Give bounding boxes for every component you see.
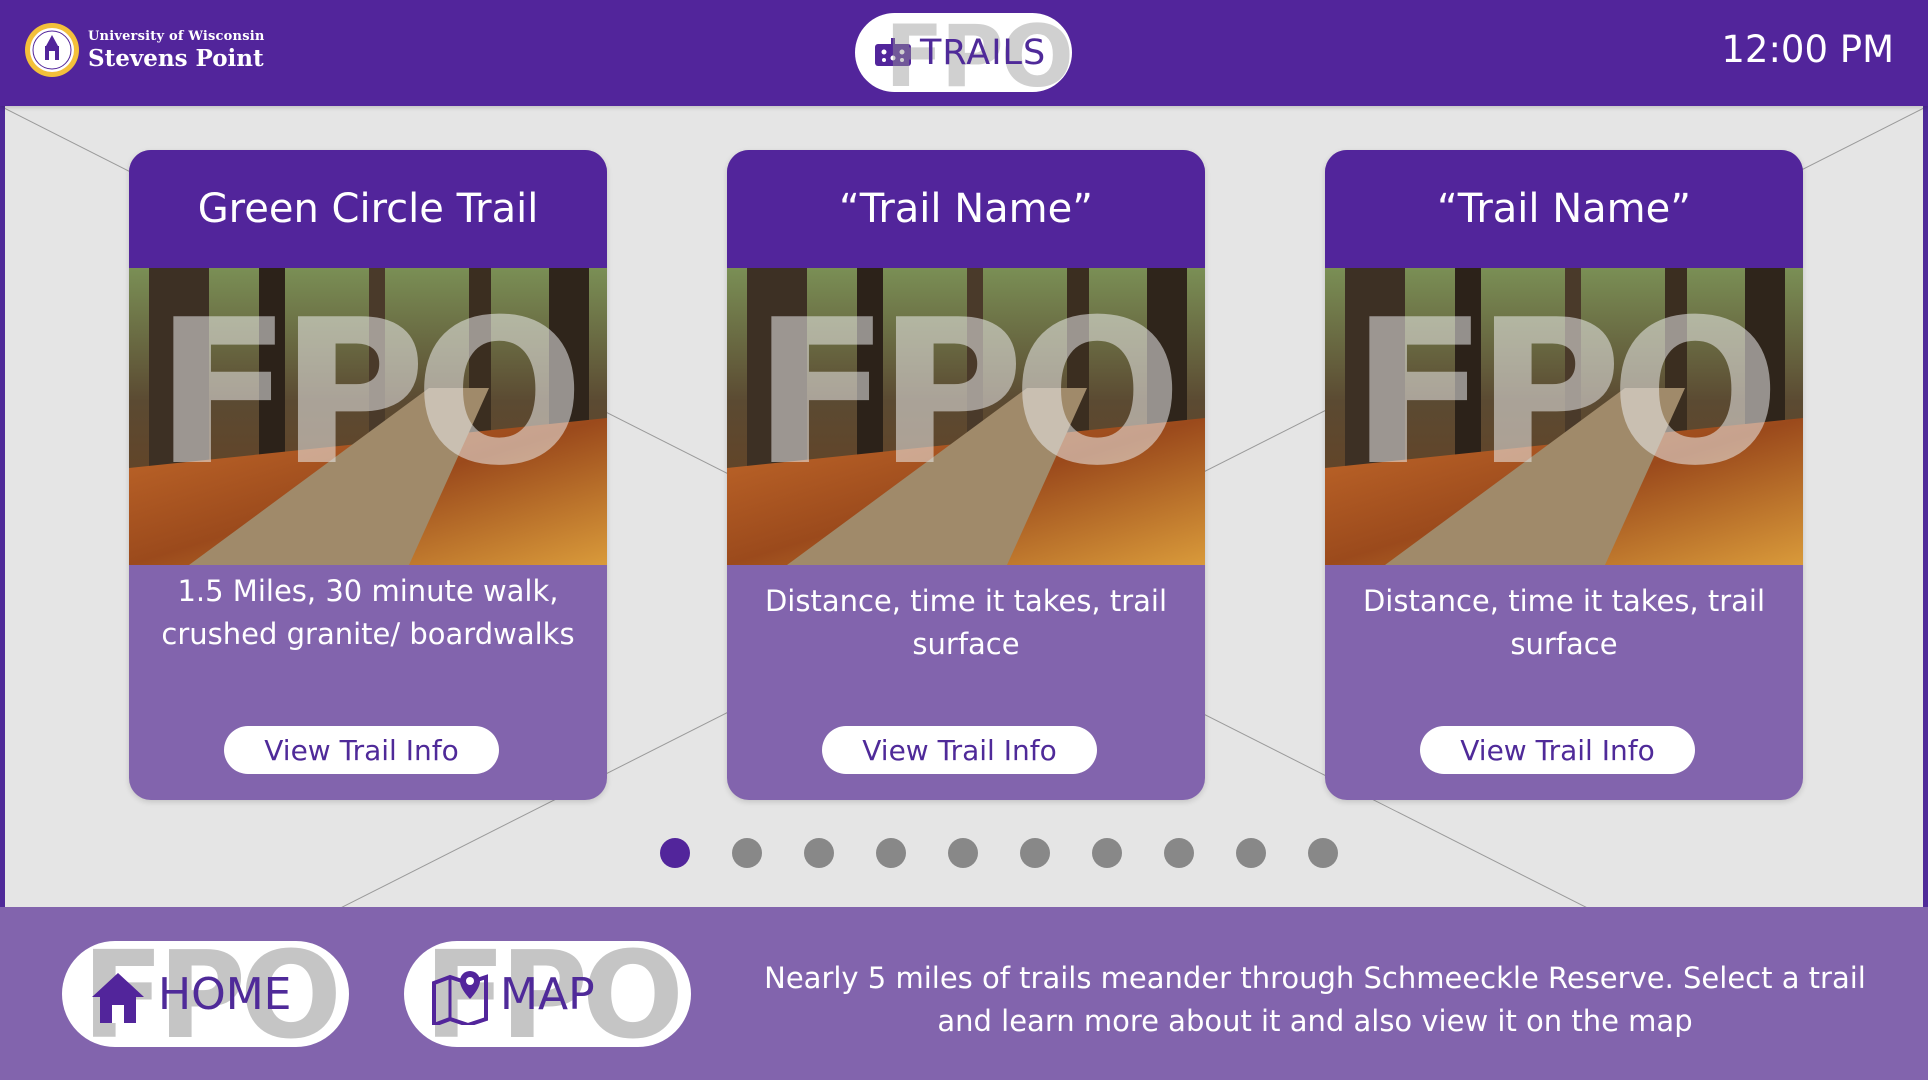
university-logo: University of Wisconsin Stevens Point [24, 22, 265, 78]
card-title: “Trail Name” [1325, 150, 1803, 268]
trail-photo: FPO [727, 268, 1205, 565]
view-trail-info-button[interactable]: View Trail Info [224, 726, 499, 774]
trail-photo: FPO [1325, 268, 1803, 565]
pagination-dot[interactable] [660, 838, 690, 868]
pagination-dot[interactable] [948, 838, 978, 868]
pagination-dots [660, 838, 1338, 868]
card-title: “Trail Name” [727, 150, 1205, 268]
house-icon [92, 973, 144, 1023]
pagination-dot[interactable] [1308, 838, 1338, 868]
section-title: TRAILS [920, 33, 1047, 73]
map-pin-icon [432, 971, 488, 1025]
pagination-dot[interactable] [1092, 838, 1122, 868]
fpo-watermark: FPO [155, 277, 584, 510]
pagination-dot[interactable] [732, 838, 762, 868]
trail-photo: FPO [129, 268, 607, 565]
pagination-dot[interactable] [876, 838, 906, 868]
trail-card[interactable]: Green Circle Trail FPO 1.5 Miles, 30 min… [129, 150, 607, 800]
university-seal-icon [25, 23, 79, 77]
card-description: Distance, time it takes, trail surface [764, 584, 1168, 661]
footer-description: Nearly 5 miles of trails meander through… [764, 961, 1866, 1038]
trails-section-pill[interactable]: FPO TRAILS [855, 13, 1072, 92]
footer-bar: FPO HOME FPO MAP Nearly 5 miles of trail… [0, 907, 1928, 1080]
map-label: MAP [500, 969, 595, 1020]
fpo-watermark: FPO [753, 277, 1182, 510]
home-button[interactable]: FPO HOME [62, 941, 349, 1047]
card-title: Green Circle Trail [129, 150, 607, 268]
view-trail-info-button[interactable]: View Trail Info [1420, 726, 1695, 774]
clock: 12:00 PM [1721, 28, 1894, 71]
fpo-watermark: FPO [1351, 277, 1780, 510]
logo-line-1: University of Wisconsin [88, 29, 265, 44]
home-label: HOME [158, 969, 292, 1020]
logo-line-2: Stevens Point [88, 45, 264, 72]
trail-card[interactable]: “Trail Name” FPO Distance, time it takes… [1325, 150, 1803, 800]
card-description: 1.5 Miles, 30 minute walk, crushed grani… [161, 574, 575, 651]
view-trail-info-button[interactable]: View Trail Info [822, 726, 1097, 774]
pagination-dot[interactable] [1236, 838, 1266, 868]
card-description: Distance, time it takes, trail surface [1362, 584, 1766, 661]
pagination-dot[interactable] [804, 838, 834, 868]
trail-card[interactable]: “Trail Name” FPO Distance, time it takes… [727, 150, 1205, 800]
map-button[interactable]: FPO MAP [404, 941, 691, 1047]
header-bar: University of Wisconsin Stevens Point FP… [0, 0, 1928, 106]
pagination-dot[interactable] [1164, 838, 1194, 868]
pagination-dot[interactable] [1020, 838, 1050, 868]
